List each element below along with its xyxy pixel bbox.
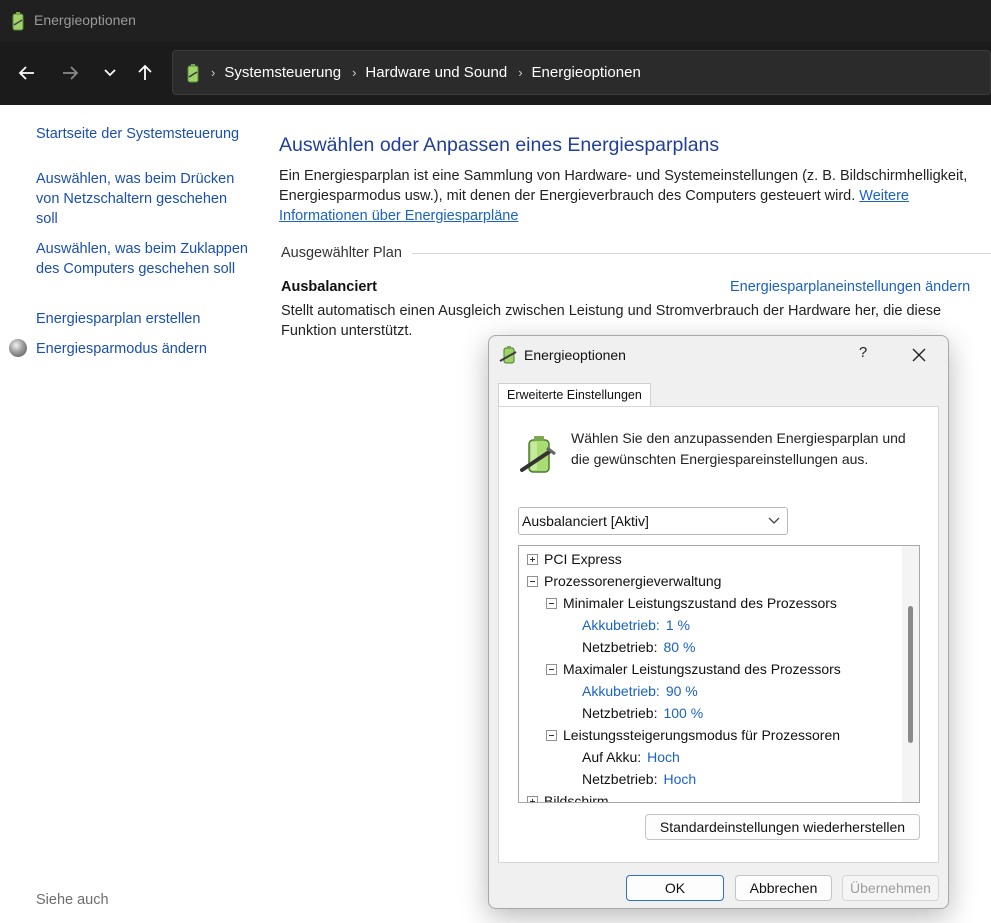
collapse-icon[interactable] bbox=[546, 663, 557, 675]
power-options-dialog: Energieoptionen ? Erweiterte Einstellung… bbox=[488, 335, 949, 909]
page-title: Auswählen oder Anpassen eines Energiespa… bbox=[279, 134, 720, 156]
link-power-button-action[interactable]: Auswählen, was beim Drücken von Netzscha… bbox=[36, 169, 251, 229]
setting-label: Netzbetrieb: bbox=[582, 639, 658, 655]
window-titlebar: Energieoptionen bbox=[0, 0, 991, 42]
tree-node-display[interactable]: Bildschirm bbox=[527, 790, 609, 803]
dialog-titlebar: Energieoptionen ? bbox=[489, 336, 948, 376]
navigation-bar: › Systemsteuerung › Hardware und Sound ›… bbox=[0, 42, 991, 105]
expand-icon[interactable] bbox=[527, 553, 538, 565]
setting-label: Akkubetrieb: bbox=[582, 683, 660, 699]
breadcrumb-separator-icon: › bbox=[211, 65, 216, 80]
tree-node-label: Maximaler Leistungszustand des Prozessor… bbox=[563, 661, 841, 677]
link-control-panel-home[interactable]: Startseite der Systemsteuerung bbox=[36, 124, 251, 144]
intro-text: Ein Energiesparplan ist eine Sammlung vo… bbox=[279, 166, 979, 226]
setting-label: Akkubetrieb: bbox=[582, 617, 660, 633]
settings-tree[interactable]: PCI Express Prozessorenergieverwaltung M… bbox=[518, 545, 920, 803]
setting-value[interactable]: Hoch bbox=[663, 771, 696, 787]
breadcrumb-separator-icon: › bbox=[352, 65, 357, 80]
link-lid-close-action[interactable]: Auswählen, was beim Zuklappen des Comput… bbox=[36, 239, 251, 279]
power-plan-select-value: Ausbalanciert [Aktiv] bbox=[522, 513, 649, 529]
battery-plug-icon bbox=[520, 436, 556, 473]
tree-node-pci-express[interactable]: PCI Express bbox=[527, 548, 622, 570]
tree-node-label: Leistungssteigerungsmodus für Prozessore… bbox=[563, 727, 841, 743]
tree-setting-boost-ac[interactable]: Netzbetrieb: Hoch bbox=[582, 768, 696, 790]
collapse-icon[interactable] bbox=[527, 575, 538, 587]
tree-node-max-processor-state[interactable]: Maximaler Leistungszustand des Prozessor… bbox=[546, 658, 841, 680]
setting-value[interactable]: Hoch bbox=[647, 749, 680, 765]
forward-arrow-icon[interactable] bbox=[56, 59, 84, 87]
setting-value[interactable]: 1 % bbox=[666, 617, 690, 633]
dialog-title: Energieoptionen bbox=[524, 347, 626, 363]
setting-value[interactable]: 90 % bbox=[666, 683, 698, 699]
tree-node-label: Bildschirm bbox=[544, 793, 609, 803]
tree-setting-max-battery[interactable]: Akkubetrieb: 90 % bbox=[582, 680, 698, 702]
tab-advanced-settings[interactable]: Erweiterte Einstellungen bbox=[498, 383, 651, 407]
power-options-icon bbox=[499, 346, 517, 364]
tree-node-label: PCI Express bbox=[544, 551, 622, 567]
tree-setting-min-battery[interactable]: Akkubetrieb: 1 % bbox=[582, 614, 690, 636]
recent-locations-chevron-icon[interactable] bbox=[96, 59, 124, 87]
apply-button[interactable]: Übernehmen bbox=[842, 875, 939, 901]
tree-node-label: Prozessorenergieverwaltung bbox=[544, 573, 722, 589]
battery-app-icon bbox=[12, 12, 24, 31]
section-divider bbox=[412, 253, 991, 254]
tree-node-boost-mode[interactable]: Leistungssteigerungsmodus für Prozessore… bbox=[546, 724, 840, 746]
setting-label: Netzbetrieb: bbox=[582, 705, 658, 721]
help-button[interactable]: ? bbox=[855, 344, 871, 366]
scrollbar-thumb[interactable] bbox=[908, 606, 913, 743]
tree-setting-boost-battery[interactable]: Auf Akku: Hoch bbox=[582, 746, 680, 768]
dialog-instructions: Wählen Sie den anzupassenden Energiespar… bbox=[571, 430, 906, 467]
collapse-icon[interactable] bbox=[546, 729, 557, 741]
setting-value[interactable]: 80 % bbox=[663, 639, 695, 655]
close-icon[interactable] bbox=[907, 344, 931, 366]
tree-setting-min-ac[interactable]: Netzbetrieb: 80 % bbox=[582, 636, 695, 658]
breadcrumb-energieoptionen[interactable]: Energieoptionen bbox=[532, 64, 641, 81]
tree-node-label: Minimaler Leistungszustand des Prozessor… bbox=[563, 595, 837, 611]
setting-label: Netzbetrieb: bbox=[582, 771, 658, 787]
tree-scrollbar[interactable] bbox=[902, 546, 919, 802]
sleep-mode-globe-icon bbox=[9, 339, 27, 357]
breadcrumb: › Systemsteuerung › Hardware und Sound ›… bbox=[211, 51, 652, 94]
window-title: Energieoptionen bbox=[34, 12, 136, 28]
breadcrumb-systemsteuerung[interactable]: Systemsteuerung bbox=[224, 64, 341, 81]
restore-defaults-button[interactable]: Standardeinstellungen wiederherstellen bbox=[645, 814, 920, 840]
tree-node-processor-power[interactable]: Prozessorenergieverwaltung bbox=[527, 570, 721, 592]
breadcrumb-hardware-und-sound[interactable]: Hardware und Sound bbox=[365, 64, 507, 81]
power-plan-select[interactable]: Ausbalanciert [Aktiv] bbox=[518, 507, 788, 535]
chevron-down-icon bbox=[768, 517, 780, 524]
tree-setting-max-ac[interactable]: Netzbetrieb: 100 % bbox=[582, 702, 703, 724]
collapse-icon[interactable] bbox=[546, 597, 557, 609]
setting-label: Auf Akku: bbox=[582, 749, 642, 765]
setting-value[interactable]: 100 % bbox=[663, 705, 703, 721]
ok-button[interactable]: OK bbox=[626, 875, 724, 901]
battery-location-icon bbox=[187, 64, 199, 83]
back-arrow-icon[interactable] bbox=[13, 59, 41, 87]
address-bar[interactable]: › Systemsteuerung › Hardware und Sound ›… bbox=[172, 50, 991, 95]
selected-plan-label: Ausgewählter Plan bbox=[281, 245, 402, 261]
up-arrow-icon[interactable] bbox=[131, 59, 159, 87]
link-change-sleep-mode[interactable]: Energiesparmodus ändern bbox=[36, 339, 251, 359]
tree-node-min-processor-state[interactable]: Minimaler Leistungszustand des Prozessor… bbox=[546, 592, 837, 614]
expand-icon[interactable] bbox=[527, 795, 538, 802]
see-also-heading: Siehe auch bbox=[36, 892, 109, 908]
link-create-power-plan[interactable]: Energiesparplan erstellen bbox=[36, 309, 251, 329]
change-plan-settings-link[interactable]: Energiesparplaneinstellungen ändern bbox=[730, 279, 970, 295]
plan-name: Ausbalanciert bbox=[281, 279, 377, 295]
cancel-button[interactable]: Abbrechen bbox=[735, 875, 832, 901]
breadcrumb-separator-icon: › bbox=[518, 65, 523, 80]
